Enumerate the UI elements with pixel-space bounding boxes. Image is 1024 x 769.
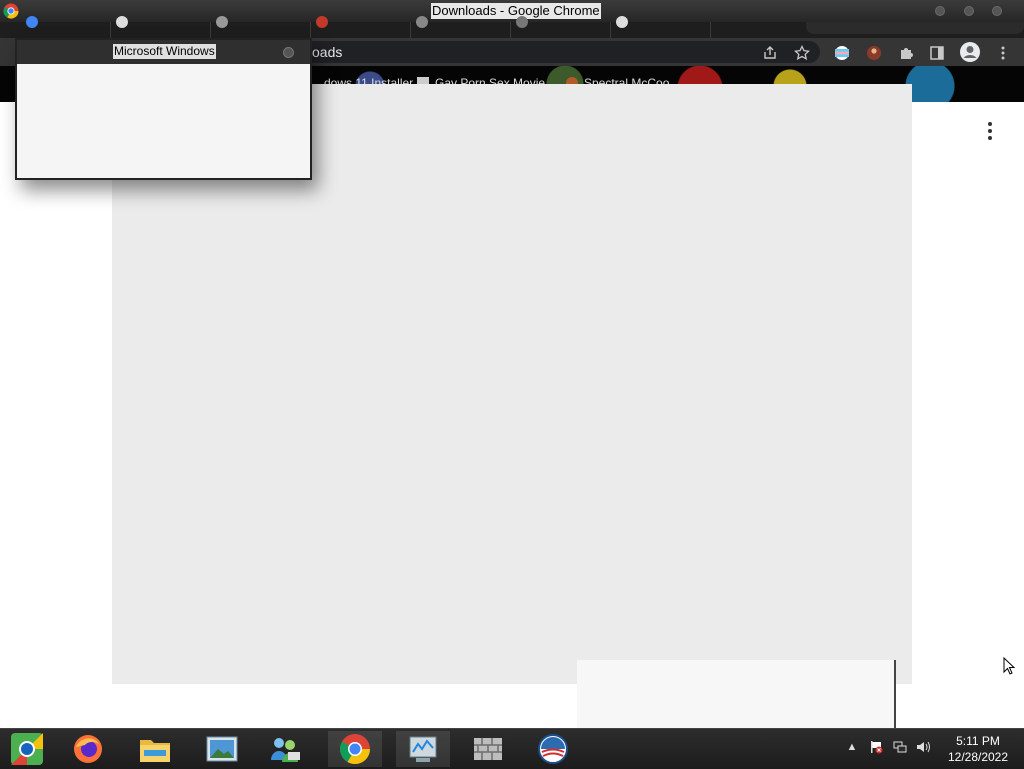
system-monitor-icon <box>409 736 437 762</box>
action-center-flag-icon[interactable] <box>868 739 884 755</box>
window-title-bar: Downloads - Google Chrome <box>0 0 1024 22</box>
taskbar-app-campaign[interactable] <box>526 731 580 767</box>
google-chrome-icon <box>340 734 370 765</box>
maximize-button[interactable] <box>964 6 974 16</box>
taskbar-app-google-chrome[interactable] <box>328 731 382 767</box>
profile-icon-svg <box>960 42 980 62</box>
taskbar: ▲ 5:11 PM 12/28/2022 <box>0 728 1024 769</box>
side-panel-icon[interactable] <box>928 44 946 62</box>
chrome-menu-svg <box>1001 46 1005 60</box>
clock-date: 12/28/2022 <box>947 750 1009 764</box>
extensions-puzzle-icon[interactable] <box>897 44 915 62</box>
photos-icon <box>206 736 238 762</box>
puzzle-icon-svg <box>901 48 913 59</box>
chrome-menu-icon[interactable] <box>994 44 1012 62</box>
browser-tab[interactable] <box>610 16 711 38</box>
browser-tab[interactable] <box>20 16 111 38</box>
browser-tab[interactable] <box>310 16 411 38</box>
people-icon <box>271 738 300 762</box>
browser-tab[interactable] <box>210 16 311 38</box>
tab-favicon <box>516 16 528 28</box>
extension-flag-icon[interactable] <box>833 44 851 62</box>
browser-tab[interactable] <box>410 16 511 38</box>
address-bar[interactable]: oads <box>300 41 820 63</box>
tab-strip-filler <box>806 22 1024 34</box>
microsoft-windows-dialog: Microsoft Windows <box>15 38 312 180</box>
faded-notification-panel <box>577 660 896 728</box>
taskbar-app-people[interactable] <box>258 731 312 767</box>
share-icon-svg <box>764 46 776 59</box>
chrome-alt-icon <box>11 733 43 765</box>
taskbar-app-chrome-alt[interactable] <box>0 731 54 767</box>
system-clock[interactable]: 5:11 PM 12/28/2022 <box>936 733 1020 765</box>
avatar-extension-svg <box>867 46 881 60</box>
speaker-svg <box>917 741 930 753</box>
dialog-body <box>17 64 310 178</box>
extension-avatar-icon[interactable] <box>865 44 883 62</box>
profile-avatar-icon[interactable] <box>959 41 981 63</box>
taskbar-app-firewall[interactable] <box>461 731 515 767</box>
tab-favicon <box>216 16 228 28</box>
close-button[interactable] <box>992 6 1002 16</box>
taskbar-app-photos[interactable] <box>195 731 249 767</box>
dialog-close-button[interactable] <box>283 47 294 58</box>
firefox-icon <box>74 735 102 763</box>
firewall-icon <box>474 738 502 760</box>
network-svg <box>893 741 907 753</box>
mouse-cursor-icon <box>1003 657 1015 675</box>
campaign-logo-icon <box>538 734 568 764</box>
dialog-title: Microsoft Windows <box>113 44 216 59</box>
bookmark-star-icon[interactable] <box>793 44 811 62</box>
taskbar-app-file-explorer[interactable] <box>128 731 182 767</box>
minimize-button[interactable] <box>935 6 945 16</box>
taskbar-app-firefox[interactable] <box>61 731 115 767</box>
tab-favicon <box>616 16 628 28</box>
more-actions-icon[interactable] <box>982 122 998 140</box>
tab-favicon <box>26 16 38 28</box>
chrome-icon <box>3 3 19 19</box>
flag-icon-svg <box>835 46 849 60</box>
clock-time: 5:11 PM <box>956 734 1000 748</box>
dialog-title-bar[interactable]: Microsoft Windows <box>17 40 310 64</box>
tab-favicon <box>416 16 428 28</box>
tab-favicon <box>116 16 128 28</box>
taskbar-app-system-monitor[interactable] <box>396 731 450 767</box>
flag-alert-svg <box>871 741 883 754</box>
network-icon[interactable] <box>892 739 908 755</box>
browser-tab[interactable] <box>510 16 611 38</box>
window-title: Downloads - Google Chrome <box>431 3 601 19</box>
show-hidden-icons-button[interactable]: ▲ <box>844 739 860 755</box>
tab-strip <box>0 16 1024 38</box>
share-icon[interactable] <box>761 44 779 62</box>
volume-icon[interactable] <box>916 739 932 755</box>
file-explorer-icon <box>140 740 170 762</box>
side-panel-svg <box>930 46 944 60</box>
address-bar-text: oads <box>312 44 343 60</box>
browser-tab[interactable] <box>110 16 211 38</box>
star-icon-svg <box>794 45 810 61</box>
tab-favicon <box>316 16 328 28</box>
